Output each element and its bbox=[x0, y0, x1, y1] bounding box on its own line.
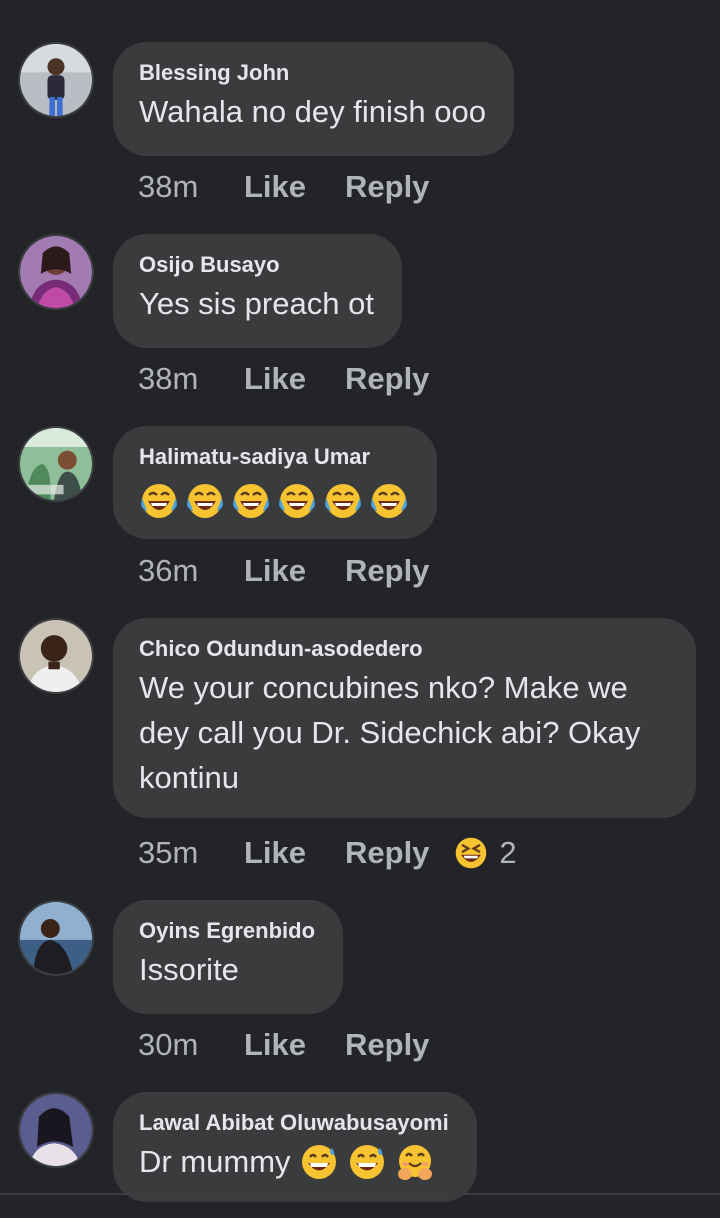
comment-actions: 38m Like Reply bbox=[138, 167, 429, 207]
comment-text: Wahala no dey finish ooo bbox=[139, 94, 486, 129]
comment-text: Issorite bbox=[139, 952, 239, 987]
avatar[interactable] bbox=[18, 234, 94, 310]
tears-of-joy-emoji bbox=[369, 481, 409, 521]
comment-bubble: Lawal Abibat Oluwabusayomi Dr mummy bbox=[113, 1092, 477, 1202]
grinning-sweat-emoji bbox=[347, 1142, 387, 1182]
comment-actions: 36m Like Reply bbox=[138, 551, 429, 591]
comment-timestamp[interactable]: 30m bbox=[138, 1027, 244, 1063]
comment-text: Yes sis preach ot bbox=[139, 286, 374, 321]
comment-bubble: Blessing John Wahala no dey finish ooo bbox=[113, 42, 514, 156]
comment-timestamp[interactable]: 38m bbox=[138, 169, 244, 205]
avatar[interactable] bbox=[18, 618, 94, 694]
comment-text: Dr mummy bbox=[139, 1144, 291, 1179]
reply-button[interactable]: Reply bbox=[345, 835, 429, 871]
tears-of-joy-emoji bbox=[277, 481, 317, 521]
grinning-sweat-emoji bbox=[299, 1142, 339, 1182]
reply-button[interactable]: Reply bbox=[345, 169, 429, 205]
tears-of-joy-emoji bbox=[323, 481, 363, 521]
comment-bubble: Oyins Egrenbido Issorite bbox=[113, 900, 344, 1014]
comment-author[interactable]: Blessing John bbox=[139, 59, 486, 87]
reply-button[interactable]: Reply bbox=[345, 361, 429, 397]
comment-text: We your concubines nko? Make we dey call… bbox=[139, 670, 641, 795]
reply-button[interactable]: Reply bbox=[345, 553, 429, 589]
tears-of-joy-emoji bbox=[139, 481, 179, 521]
avatar[interactable] bbox=[18, 426, 94, 502]
comment-actions: 35m Like Reply 2 bbox=[138, 833, 517, 873]
comment-bubble: Chico Odundun-asodedero We your concubin… bbox=[113, 618, 696, 818]
comment-author[interactable]: Oyins Egrenbido bbox=[139, 917, 315, 945]
comment-author[interactable]: Halimatu-sadiya Umar bbox=[139, 443, 409, 471]
comment-timestamp[interactable]: 36m bbox=[138, 553, 244, 589]
comment-author[interactable]: Lawal Abibat Oluwabusayomi bbox=[139, 1109, 449, 1137]
tears-of-joy-emoji bbox=[231, 481, 271, 521]
like-button[interactable]: Like bbox=[244, 361, 345, 397]
comments-feed: Blessing John Wahala no dey finish ooo 3… bbox=[0, 0, 720, 1218]
like-button[interactable]: Like bbox=[244, 169, 345, 205]
comment-bubble: Osijo Busayo Yes sis preach ot bbox=[113, 234, 402, 348]
divider bbox=[0, 1193, 720, 1195]
comment-actions: 38m Like Reply bbox=[138, 359, 429, 399]
reaction-count: 2 bbox=[499, 835, 517, 870]
comment-text-row: Dr mummy bbox=[139, 1139, 449, 1184]
hug-emoji bbox=[395, 1142, 435, 1182]
comment-author[interactable]: Chico Odundun-asodedero bbox=[139, 635, 668, 663]
like-button[interactable]: Like bbox=[244, 835, 345, 871]
like-button[interactable]: Like bbox=[244, 1027, 345, 1063]
comment-bubble: Halimatu-sadiya Umar bbox=[113, 426, 437, 539]
avatar[interactable] bbox=[18, 1092, 94, 1168]
comment-timestamp[interactable]: 38m bbox=[138, 361, 244, 397]
avatar[interactable] bbox=[18, 42, 94, 118]
comment-emoji-row bbox=[139, 481, 409, 521]
tears-of-joy-emoji bbox=[185, 481, 225, 521]
reply-button[interactable]: Reply bbox=[345, 1027, 429, 1063]
reaction-summary[interactable]: 2 bbox=[453, 835, 517, 871]
avatar[interactable] bbox=[18, 900, 94, 976]
comment-timestamp[interactable]: 35m bbox=[138, 835, 244, 871]
laughing-squint-emoji bbox=[453, 835, 489, 871]
like-button[interactable]: Like bbox=[244, 553, 345, 589]
comment-actions: 30m Like Reply bbox=[138, 1025, 429, 1065]
comment-author[interactable]: Osijo Busayo bbox=[139, 251, 374, 279]
